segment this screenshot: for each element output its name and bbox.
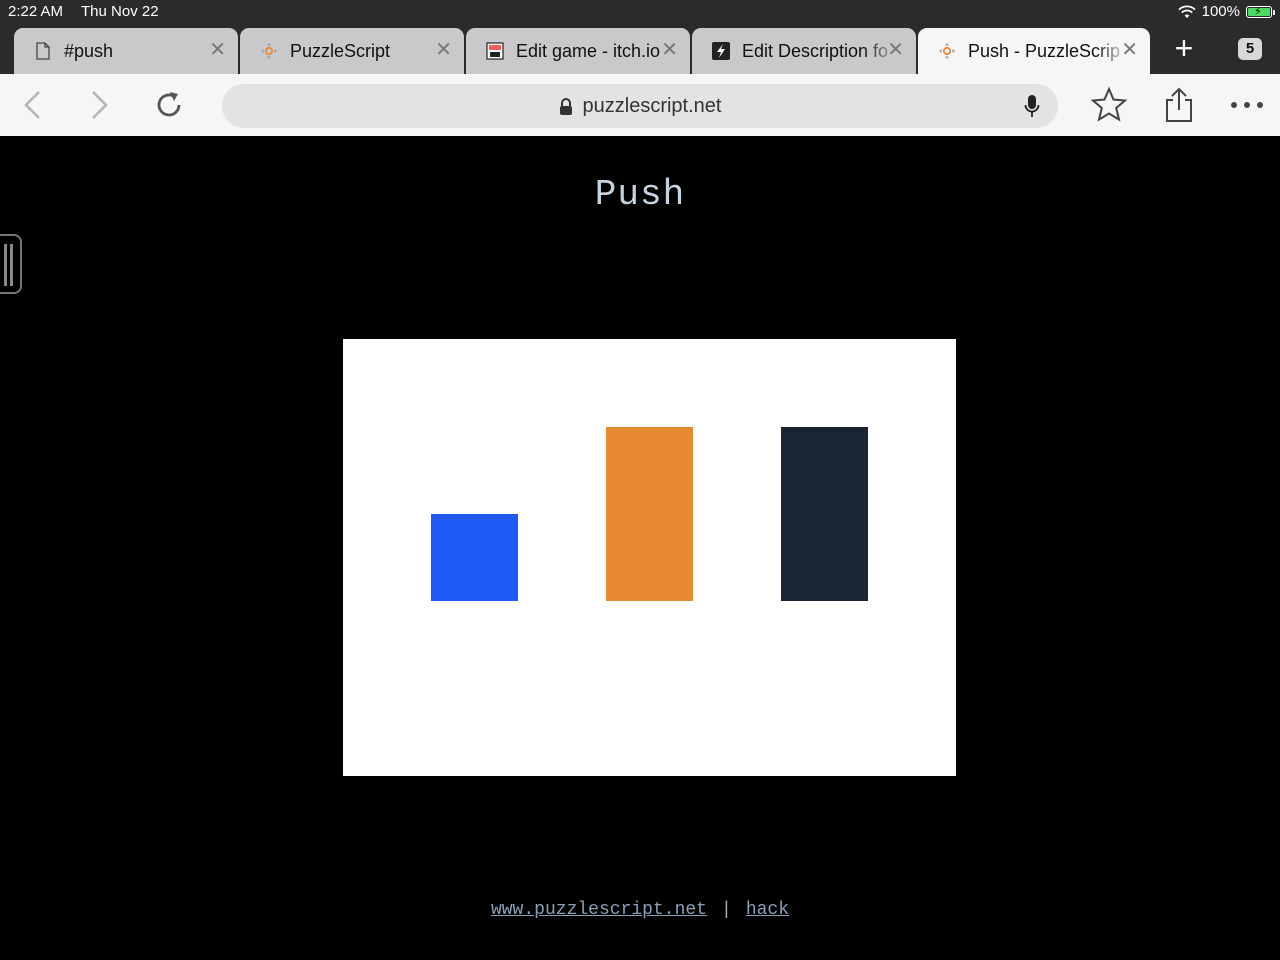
itchio-icon xyxy=(486,42,504,60)
more-dots-icon xyxy=(1231,102,1263,108)
reload-button[interactable] xyxy=(152,88,186,122)
close-icon[interactable]: ✕ xyxy=(1121,39,1138,61)
tab-itchio[interactable]: Edit game - itch.io ✕ xyxy=(466,28,690,74)
more-menu-button[interactable] xyxy=(1228,86,1266,124)
tab-edit-description[interactable]: Edit Description fo ✕ xyxy=(692,28,916,74)
url-display: puzzlescript.net xyxy=(222,95,1058,118)
wall-tile xyxy=(781,427,868,601)
close-icon[interactable]: ✕ xyxy=(209,39,226,61)
browser-toolbar: puzzlescript.net xyxy=(0,74,1280,136)
page-icon xyxy=(34,42,52,60)
footer-separator: | xyxy=(721,900,732,920)
game-canvas[interactable] xyxy=(343,339,956,776)
back-button[interactable] xyxy=(16,88,50,122)
battery-icon: ⚡ xyxy=(1246,5,1275,18)
address-bar[interactable]: puzzlescript.net xyxy=(222,84,1058,128)
bolt-icon xyxy=(712,42,730,60)
tab-puzzlescript[interactable]: PuzzleScript ✕ xyxy=(240,28,464,74)
status-right: 100% ⚡ xyxy=(1177,3,1275,20)
close-icon[interactable]: ✕ xyxy=(887,39,904,61)
tab-label: #push xyxy=(64,40,114,61)
chevron-right-icon xyxy=(92,91,108,119)
puzzlescript-home-link[interactable]: www.puzzlescript.net xyxy=(491,900,707,920)
url-text: puzzlescript.net xyxy=(582,95,722,117)
game-title: Push xyxy=(594,174,686,215)
battery-percent: 100% xyxy=(1201,3,1240,20)
close-icon[interactable]: ✕ xyxy=(435,39,452,61)
star-icon xyxy=(1090,86,1128,122)
share-button[interactable] xyxy=(1160,86,1198,124)
share-icon xyxy=(1166,87,1192,122)
tab-label: PuzzleScript xyxy=(290,40,391,61)
forward-button[interactable] xyxy=(82,88,116,122)
bookmark-button[interactable] xyxy=(1090,86,1128,124)
status-time: 2:22 AM xyxy=(8,3,64,20)
tab-label: Edit game - itch.io xyxy=(516,40,661,61)
puzzlescript-icon xyxy=(938,42,956,60)
status-bar: 2:22 AM Thu Nov 22 100% ⚡ xyxy=(0,0,1280,24)
chevron-left-icon xyxy=(24,91,40,119)
status-date: Thu Nov 22 xyxy=(81,3,159,20)
tab-count-button[interactable]: 5 xyxy=(1238,38,1262,60)
player-tile xyxy=(431,514,518,601)
tab-label: Edit Description fo xyxy=(742,40,889,61)
side-panel-handle[interactable] xyxy=(0,234,22,294)
lock-icon xyxy=(559,97,572,115)
tab-label: Push - PuzzleScrip xyxy=(968,40,1121,61)
tab-push-hash[interactable]: #push ✕ xyxy=(14,28,238,74)
microphone-icon[interactable] xyxy=(1024,94,1040,118)
close-icon[interactable]: ✕ xyxy=(661,39,678,61)
wifi-icon xyxy=(1177,5,1196,18)
footer: www.puzzlescript.net | hack xyxy=(0,900,1280,920)
page-content: Push www.puzzlescript.net | hack xyxy=(0,136,1280,960)
puzzlescript-icon xyxy=(260,42,278,60)
tab-push-puzzlescript[interactable]: Push - PuzzleScrip ✕ xyxy=(918,28,1150,74)
reload-icon xyxy=(157,92,181,117)
tab-strip: #push ✕ PuzzleScript ✕ Edit game - itch.… xyxy=(0,24,1280,74)
new-tab-button[interactable]: + xyxy=(1170,32,1198,64)
crate-tile xyxy=(606,427,693,601)
hack-link[interactable]: hack xyxy=(746,900,789,920)
